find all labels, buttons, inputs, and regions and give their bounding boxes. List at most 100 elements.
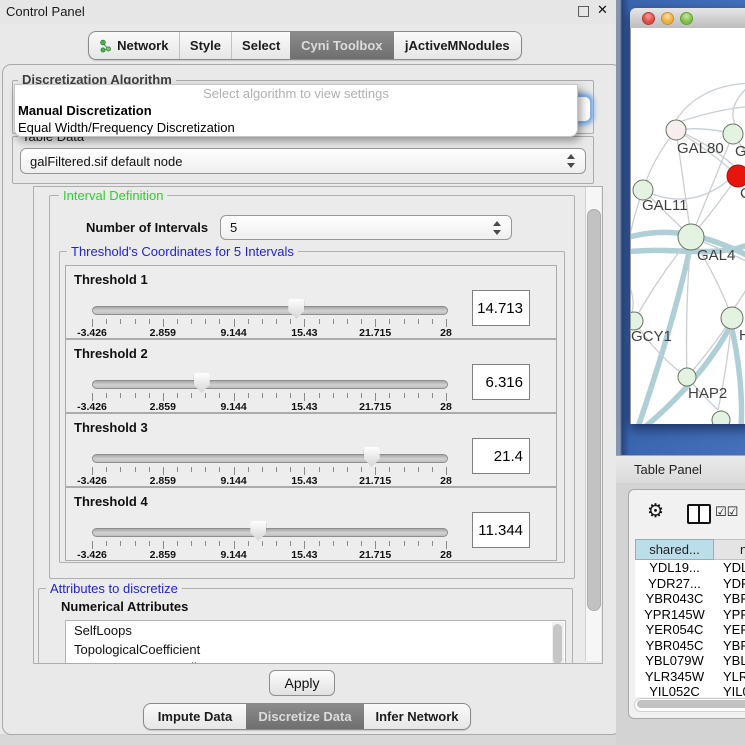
- tick-label: 9.144: [220, 549, 246, 561]
- close-traffic-light-icon[interactable]: [642, 12, 655, 25]
- threshold-slider-track[interactable]: [92, 306, 448, 315]
- control-panel-titlebar: Control Panel □ ✕: [0, 0, 622, 24]
- threshold-slider-thumb[interactable]: [194, 373, 210, 393]
- tick-mark: [234, 541, 235, 549]
- tick-mark: [418, 393, 419, 398]
- tick-mark: [163, 541, 164, 549]
- tick-label: -3.426: [77, 401, 107, 413]
- threshold-slider-track[interactable]: [92, 528, 448, 537]
- attribute-list-item[interactable]: BetweennessCentrality: [66, 658, 565, 664]
- threshold-value-box[interactable]: 6.316: [472, 364, 530, 400]
- table-row[interactable]: YPR145WYPR1: [635, 607, 745, 623]
- network-icon: [99, 39, 112, 53]
- threshold-value-box[interactable]: 11.344: [472, 512, 530, 548]
- cell-name: YBR0: [723, 638, 745, 654]
- close-icon[interactable]: ✕: [597, 3, 608, 18]
- tick-mark: [333, 393, 334, 398]
- tab-discretize-data[interactable]: Discretize Data: [246, 704, 364, 729]
- dropdown-placeholder-item[interactable]: Select algorithm to view settings: [15, 85, 577, 102]
- stepper-arrows-icon: [493, 221, 502, 235]
- table-row[interactable]: YER054CYER0: [635, 622, 745, 638]
- dropdown-option-equal-width[interactable]: Equal Width/Frequency Discretization: [15, 119, 577, 136]
- attribute-list-item[interactable]: SelfLoops: [66, 621, 565, 640]
- tick-mark: [177, 393, 178, 398]
- tick-mark: [248, 393, 249, 398]
- network-node[interactable]: [712, 411, 730, 424]
- table-row[interactable]: YBR045CYBR0: [635, 638, 745, 654]
- tick-mark: [319, 467, 320, 472]
- columns-icon[interactable]: [687, 504, 711, 524]
- dropdown-option-manual-discretization[interactable]: Manual Discretization: [15, 102, 577, 119]
- tick-mark: [191, 541, 192, 546]
- threshold-panel-4: Threshold 4-3.4262.8599.14415.4321.71528…: [65, 487, 557, 561]
- network-node-gal80[interactable]: [666, 120, 686, 140]
- tab-cyni-toolbox[interactable]: Cyni Toolbox: [290, 32, 394, 59]
- tick-label: 21.715: [359, 401, 391, 413]
- table-row[interactable]: YDL19...YDL1: [635, 560, 745, 576]
- tick-label: 21.715: [359, 549, 391, 561]
- tick-mark: [234, 319, 235, 327]
- attributes-list-scrollbar[interactable]: [552, 622, 564, 664]
- cell-name: YPR1: [723, 607, 745, 623]
- threshold-slider-thumb[interactable]: [364, 447, 380, 467]
- node-label: H: [739, 327, 745, 344]
- tick-mark: [347, 319, 348, 324]
- table-row[interactable]: YBR043CYBR0: [635, 591, 745, 607]
- scrollbar-thumb[interactable]: [587, 209, 601, 611]
- threshold-value-box[interactable]: 21.4: [472, 438, 530, 474]
- table-horizontal-scrollbar[interactable]: [634, 698, 745, 712]
- tick-mark: [149, 541, 150, 546]
- table-rows: YDL19...YDL1YDR27...YDR2YBR043CYBR0YPR14…: [635, 560, 745, 697]
- network-node-c[interactable]: [727, 165, 745, 187]
- network-node-hap2[interactable]: [678, 368, 696, 386]
- tick-mark: [361, 319, 362, 324]
- network-canvas[interactable]: GAL80GACGAL11GAL4GCY1HHAP2: [630, 28, 745, 424]
- tick-mark: [290, 319, 291, 324]
- attribute-list-item[interactable]: TopologicalCoefficient: [66, 640, 565, 659]
- checkboxes-icon[interactable]: ☑☑: [715, 505, 738, 520]
- tick-mark: [135, 319, 136, 324]
- tick-mark: [347, 467, 348, 472]
- tick-mark: [389, 393, 390, 398]
- tick-mark: [432, 393, 433, 398]
- scrollbar-thumb[interactable]: [637, 700, 745, 708]
- tab-network[interactable]: Network: [89, 32, 179, 59]
- settings-scroll-viewport: Interval Definition Number of Intervals …: [33, 186, 603, 664]
- gear-icon[interactable]: ⚙: [647, 500, 664, 522]
- column-header-name[interactable]: na: [714, 539, 745, 560]
- table-data-combobox[interactable]: galFiltered.sif default node: [20, 148, 586, 174]
- tab-impute-data[interactable]: Impute Data: [144, 704, 246, 729]
- tick-mark: [290, 541, 291, 546]
- tab-style[interactable]: Style: [179, 32, 232, 59]
- number-of-intervals-combobox[interactable]: 5: [220, 215, 512, 240]
- tick-mark: [205, 393, 206, 398]
- float-window-icon[interactable]: □: [577, 3, 590, 19]
- threshold-label: Threshold 2: [74, 346, 148, 361]
- network-node-h[interactable]: [721, 307, 743, 329]
- network-node-ga[interactable]: [723, 124, 743, 144]
- table-row[interactable]: YIL052CYIL0: [635, 684, 745, 697]
- tab-jactivemnodules[interactable]: jActiveMNodules: [394, 32, 521, 59]
- settings-vertical-scrollbar[interactable]: [585, 187, 601, 661]
- tab-select[interactable]: Select: [231, 32, 290, 59]
- tick-label: 28: [440, 549, 452, 561]
- threshold-slider-track[interactable]: [92, 454, 448, 463]
- threshold-slider-thumb[interactable]: [288, 299, 304, 319]
- threshold-label: Threshold 1: [74, 272, 148, 287]
- numerical-attributes-list[interactable]: SelfLoopsTopologicalCoefficientBetweenne…: [65, 620, 566, 664]
- threshold-slider-track[interactable]: [92, 380, 448, 389]
- table-row[interactable]: YLR345WYLR3: [635, 669, 745, 685]
- scrollbar-thumb[interactable]: [553, 624, 562, 664]
- apply-button[interactable]: Apply: [269, 670, 335, 696]
- threshold-value-box[interactable]: 14.713: [472, 290, 530, 326]
- zoom-traffic-light-icon[interactable]: [680, 12, 693, 25]
- minimize-traffic-light-icon[interactable]: [661, 12, 674, 25]
- column-header-shared[interactable]: shared...: [635, 539, 714, 560]
- table-row[interactable]: YDR27...YDR2: [635, 576, 745, 592]
- algorithm-dropdown-popup: Select algorithm to view settings Manual…: [14, 84, 578, 137]
- tick-mark: [92, 467, 93, 475]
- table-row[interactable]: YBL079WYBL0: [635, 653, 745, 669]
- tick-mark: [219, 319, 220, 324]
- threshold-slider-thumb[interactable]: [250, 521, 266, 541]
- tab-infer-network[interactable]: Infer Network: [364, 704, 470, 729]
